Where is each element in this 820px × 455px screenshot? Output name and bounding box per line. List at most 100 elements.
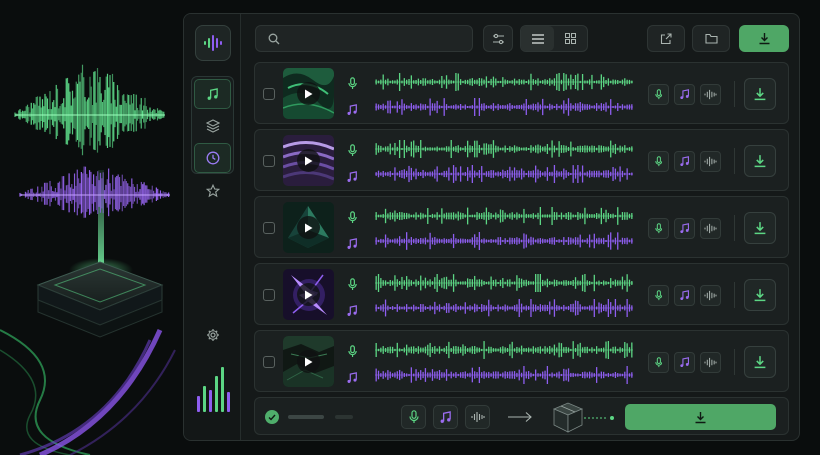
export-music-toggle[interactable] [433, 405, 458, 429]
vocals-toggle[interactable] [648, 151, 669, 172]
play-button[interactable] [297, 149, 320, 172]
divider [734, 215, 735, 241]
track-checkbox[interactable] [263, 155, 275, 167]
waveform-toggle[interactable] [700, 285, 721, 306]
decorative-artwork [0, 0, 185, 455]
track-download-button[interactable] [744, 346, 776, 378]
export-waveform-toggle[interactable] [465, 405, 490, 429]
music-waveform[interactable] [375, 164, 633, 184]
download-icon [754, 222, 766, 235]
play-icon [305, 223, 313, 232]
music-note-icon [680, 156, 689, 167]
vocals-waveform[interactable] [375, 139, 633, 159]
track-thumbnail[interactable] [283, 269, 334, 320]
track-thumbnail[interactable] [283, 68, 334, 119]
play-icon [305, 89, 313, 98]
music-toggle[interactable] [674, 151, 695, 172]
music-waveform[interactable] [375, 97, 633, 117]
progress-track [288, 415, 324, 419]
play-button[interactable] [297, 283, 320, 306]
vocals-waveform[interactable] [375, 72, 633, 92]
waveform-icon [704, 290, 717, 301]
search-bar[interactable] [255, 25, 473, 52]
play-button[interactable] [297, 216, 320, 239]
music-waveform[interactable] [375, 231, 633, 251]
track-download-button[interactable] [744, 279, 776, 311]
arrow-right-icon [508, 412, 532, 422]
search-icon [268, 33, 280, 44]
track-checkbox[interactable] [263, 289, 275, 301]
play-icon [305, 357, 313, 366]
track-checkbox[interactable] [263, 356, 275, 368]
track-thumbnail[interactable] [283, 202, 334, 253]
vocals-toggle[interactable] [648, 218, 669, 239]
music-waveform[interactable] [375, 298, 633, 318]
vocals-waveform[interactable] [375, 273, 633, 293]
folder-icon [704, 33, 718, 44]
play-button[interactable] [297, 82, 320, 105]
microphone-icon [408, 410, 419, 423]
complete-check-icon [265, 410, 279, 424]
filter-button[interactable] [483, 25, 513, 52]
music-toggle[interactable] [674, 218, 695, 239]
list-view-button[interactable] [521, 26, 554, 51]
track-download-button[interactable] [744, 212, 776, 244]
waveform-toggle[interactable] [700, 218, 721, 239]
microphone-icon [654, 89, 663, 100]
vocals-toggle[interactable] [648, 352, 669, 373]
track-thumbnail[interactable] [283, 135, 334, 186]
track-row[interactable] [254, 196, 789, 258]
export-bar [254, 397, 789, 435]
track-row[interactable] [254, 330, 789, 392]
sidebar-item-history[interactable] [194, 143, 231, 173]
vocals-stem-icon [348, 209, 357, 228]
download-icon [754, 88, 766, 101]
music-toggle[interactable] [674, 84, 695, 105]
track-checkbox[interactable] [263, 88, 275, 100]
share-button[interactable] [647, 25, 685, 52]
vocals-waveform[interactable] [375, 340, 633, 360]
track-download-button[interactable] [744, 78, 776, 110]
music-waveform[interactable] [375, 365, 633, 385]
track-row[interactable] [254, 263, 789, 325]
waveform-toggle[interactable] [700, 151, 721, 172]
vocals-toggle[interactable] [648, 84, 669, 105]
vocals-toggle[interactable] [648, 285, 669, 306]
download-all-button[interactable] [739, 25, 789, 52]
play-button[interactable] [297, 350, 320, 373]
sidebar-item-favorites[interactable] [194, 176, 231, 206]
download-icon [695, 411, 706, 423]
sidebar-item-music[interactable] [194, 79, 231, 109]
divider [734, 81, 735, 107]
grid-view-button[interactable] [554, 26, 587, 51]
track-download-button[interactable] [744, 145, 776, 177]
export-download-button[interactable] [625, 404, 776, 430]
microphone-icon [654, 156, 663, 167]
music-stem-icon [346, 369, 358, 388]
track-row[interactable] [254, 62, 789, 124]
download-icon [754, 356, 766, 369]
search-input[interactable] [288, 32, 468, 45]
sidebar-item-layers[interactable] [194, 111, 231, 141]
track-row[interactable] [254, 129, 789, 191]
open-folder-button[interactable] [692, 25, 730, 52]
vocals-stem-icon [348, 75, 357, 94]
music-toggle[interactable] [674, 285, 695, 306]
download-icon [754, 155, 766, 168]
music-note-icon [347, 372, 357, 383]
waveform-toggle[interactable] [700, 352, 721, 373]
export-vocals-toggle[interactable] [401, 405, 426, 429]
microphone-icon [348, 345, 357, 357]
app-logo[interactable] [195, 25, 231, 61]
vocals-waveform[interactable] [375, 206, 633, 226]
music-toggle[interactable] [674, 352, 695, 373]
microphone-icon [348, 278, 357, 290]
waveform-toggle[interactable] [700, 84, 721, 105]
music-note-icon [680, 89, 689, 100]
music-note-icon [680, 357, 689, 368]
waveform-icon [704, 357, 717, 368]
track-checkbox[interactable] [263, 222, 275, 234]
music-note-icon [207, 87, 218, 100]
track-thumbnail[interactable] [283, 336, 334, 387]
sidebar-item-settings[interactable] [194, 320, 231, 350]
